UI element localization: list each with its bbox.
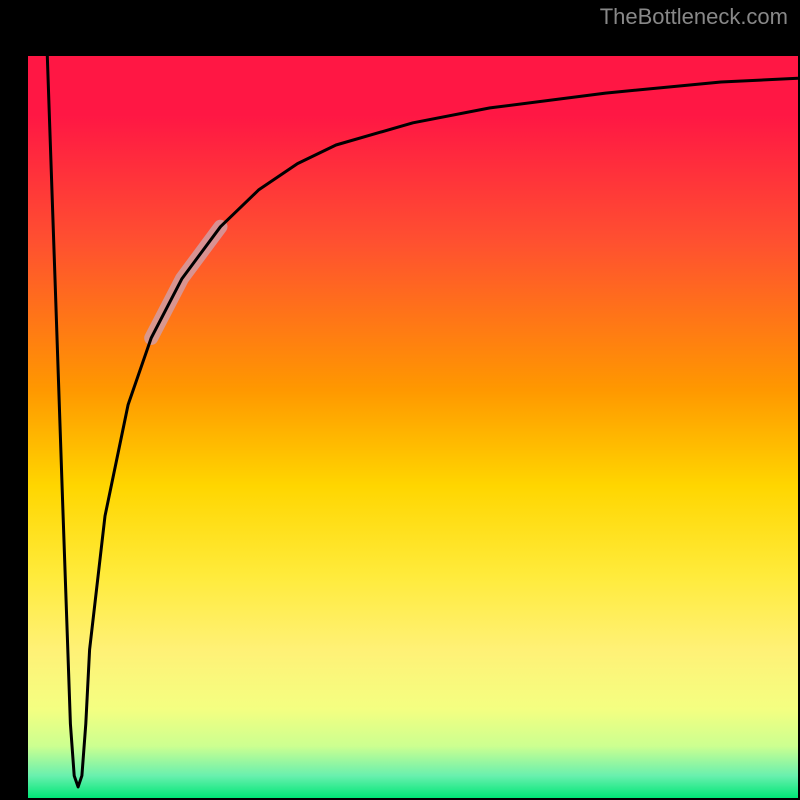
chart-svg bbox=[28, 56, 798, 798]
curve-main bbox=[47, 56, 798, 787]
chart-frame bbox=[0, 28, 800, 800]
curve-highlight-segment bbox=[151, 227, 220, 338]
watermark-text: TheBottleneck.com bbox=[600, 4, 788, 30]
bottleneck-curve bbox=[47, 56, 798, 787]
